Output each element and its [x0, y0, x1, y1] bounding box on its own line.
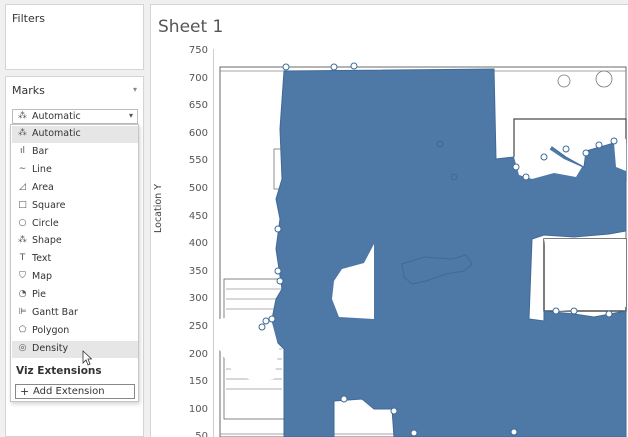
sheet-view: Sheet 1 Location Y 750 700 650 600 550 500 450…: [150, 4, 628, 437]
mark-type-option-label: Text: [32, 253, 52, 265]
area-icon: ◿: [19, 181, 26, 192]
plot-area[interactable]: [214, 49, 628, 437]
line-icon: ∼: [18, 163, 27, 174]
y-axis-tick-label: 50: [195, 431, 208, 437]
density-icon: ◎: [18, 342, 27, 353]
mark-type-option[interactable]: □ Square: [12, 198, 138, 215]
auto-icon: ⁂: [18, 111, 27, 121]
mark-type-option-label: Gantt Bar: [32, 307, 78, 318]
y-axis-tick-label: 600: [188, 127, 208, 139]
filters-title: Filters: [12, 12, 45, 25]
y-axis-tick-label: 650: [188, 100, 208, 112]
y-axis-tick-label: 150: [188, 376, 208, 388]
y-axis-tick-label: 750: [188, 45, 208, 56]
polygon-icon: ⬠: [18, 324, 27, 335]
dropdown-arrow-icon[interactable]: ▾: [129, 111, 133, 120]
filters-card[interactable]: Filters: [5, 4, 144, 70]
mark-type-option-label: Density: [32, 342, 69, 354]
mark-type-option-label: Polygon: [32, 324, 70, 336]
mark-type-dropdown: ⁂ Automatic ıl Bar ∼ Line ◿ Area □ Square ○ Circle ⁂…: [10, 124, 139, 402]
mark-type-option-label: Circle: [32, 217, 59, 229]
mark-type-value: Automatic: [32, 111, 81, 122]
y-axis-tick-label: 700: [188, 72, 208, 84]
y-axis-tick-label: 500: [188, 183, 208, 194]
y-axis-tick-label: 250: [188, 321, 208, 332]
auto-icon: ⁂: [18, 128, 27, 138]
mark-type-option[interactable]: ⬠ Polygon: [12, 323, 138, 340]
sheet-title[interactable]: Sheet 1: [158, 17, 223, 37]
circle-icon: ○: [18, 217, 27, 228]
mark-type-option[interactable]: ◿ Area: [12, 180, 138, 197]
mark-type-option[interactable]: ⊫ Gantt Bar: [12, 305, 138, 322]
mark-type-option[interactable]: ⁂ Shape: [12, 233, 138, 250]
mark-type-option-label: Bar: [32, 145, 49, 157]
mark-type-option[interactable]: T Text: [12, 251, 138, 268]
plus-icon: +: [20, 385, 30, 398]
y-axis-tick-label: 200: [188, 348, 208, 360]
chevron-down-icon[interactable]: ▾: [133, 85, 137, 94]
text-icon: T: [19, 253, 26, 264]
square-icon: □: [18, 199, 27, 210]
y-axis-tick-label: 550: [188, 155, 208, 167]
y-axis-tick-label: 100: [188, 403, 208, 415]
shape-icon: ⁂: [18, 235, 27, 246]
mark-type-option[interactable]: ◎ Density: [12, 340, 138, 358]
marks-title: Marks: [12, 84, 45, 97]
mark-type-option[interactable]: ⁂ Automatic: [12, 126, 138, 143]
pie-icon: ◔: [18, 289, 27, 300]
viz-extensions-heading: Viz Extensions: [16, 365, 102, 377]
mark-type-option-label: Shape: [32, 235, 62, 247]
gantt-icon: ⊫: [18, 307, 27, 317]
mark-type-select[interactable]: ⁂ Automatic ▾: [12, 109, 138, 124]
mark-type-option[interactable]: ○ Circle: [12, 216, 138, 233]
mark-type-option[interactable]: ◔ Pie: [12, 287, 138, 304]
mouse-cursor-icon: [82, 350, 92, 366]
mark-type-option[interactable]: ıl Bar: [12, 144, 138, 161]
mark-type-option[interactable]: ⛉ Map: [12, 269, 138, 286]
y-axis-tick-label: 350: [188, 265, 208, 277]
mark-type-option-label: Square: [32, 199, 66, 211]
mark-type-option[interactable]: ∼ Line: [12, 162, 138, 179]
add-extension-button[interactable]: + Add Extension: [15, 384, 135, 399]
mark-type-option-label: Area: [32, 181, 54, 193]
y-axis-tick-label: 400: [188, 238, 208, 250]
y-axis-tick-label: 450: [188, 210, 208, 222]
y-axis-label[interactable]: Location Y: [153, 184, 164, 233]
bar-icon: ıl: [19, 145, 25, 156]
mark-type-option-label: Automatic: [32, 128, 81, 139]
mark-type-option-label: Pie: [32, 289, 47, 301]
add-extension-label: Add Extension: [33, 386, 105, 397]
mark-type-option-label: Map: [32, 271, 53, 283]
y-axis-tick-label: 300: [188, 293, 208, 305]
map-icon: ⛉: [19, 271, 26, 282]
mark-type-option-label: Line: [32, 163, 52, 175]
